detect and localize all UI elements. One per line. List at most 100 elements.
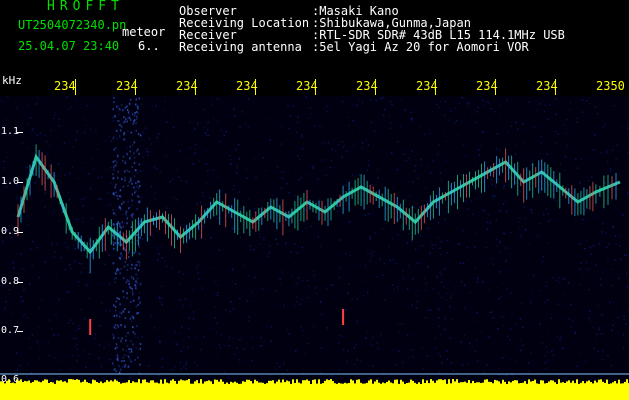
noise-speckle — [189, 147, 192, 150]
signal-level-bar — [314, 379, 316, 400]
interference-band — [136, 111, 138, 113]
signal-level-bar — [108, 381, 110, 400]
noise-speckle — [197, 122, 199, 125]
noise-speckle — [618, 245, 621, 247]
noise-speckle — [344, 309, 347, 311]
signal-level-bar — [22, 382, 24, 400]
noise-speckle — [85, 124, 87, 127]
noise-speckle — [448, 119, 451, 121]
noise-speckle — [36, 103, 38, 105]
noise-speckle — [490, 258, 493, 260]
noise-speckle — [301, 246, 303, 249]
noise-speckle — [391, 152, 393, 154]
interference-band — [123, 133, 125, 136]
signal-level-bar — [168, 383, 170, 400]
noise-speckle — [296, 252, 299, 254]
interference-band — [135, 189, 137, 192]
interference-band — [114, 309, 117, 312]
noise-speckle — [593, 216, 596, 218]
signal-level-bar — [312, 379, 314, 400]
signal-level-bar — [260, 382, 262, 400]
interference-band — [120, 252, 122, 255]
interference-band — [136, 115, 138, 118]
noise-speckle — [313, 164, 315, 167]
noise-speckle — [280, 143, 282, 145]
noise-speckle — [107, 192, 110, 194]
noise-speckle — [309, 107, 312, 109]
noise-speckle — [515, 176, 517, 178]
noise-speckle — [432, 247, 434, 250]
noise-speckle — [440, 100, 442, 103]
signal-level-bar — [184, 380, 186, 400]
interference-band — [131, 350, 133, 353]
interference-band — [137, 298, 140, 301]
noise-speckle — [194, 148, 196, 150]
noise-speckle — [434, 337, 436, 339]
noise-speckle — [348, 283, 350, 285]
noise-speckle — [379, 258, 381, 261]
signal-level-bar — [226, 382, 228, 400]
noise-speckle — [509, 339, 511, 341]
signal-level-bar — [28, 380, 30, 400]
interference-band — [128, 283, 130, 286]
signal-level-bar — [360, 382, 362, 400]
noise-speckle — [283, 171, 286, 173]
noise-speckle — [169, 369, 171, 371]
noise-speckle — [440, 179, 443, 181]
signal-level-bar — [544, 383, 546, 400]
noise-speckle — [510, 358, 512, 361]
noise-speckle — [482, 281, 484, 283]
signal-level-bar — [486, 379, 488, 400]
interference-band — [112, 223, 115, 226]
noise-speckle — [320, 143, 322, 145]
noise-speckle — [594, 205, 597, 208]
interference-band — [124, 162, 127, 165]
signal-level-bar — [322, 383, 324, 400]
interference-band — [126, 152, 128, 155]
noise-speckle — [195, 143, 197, 146]
noise-speckle — [151, 106, 154, 108]
interference-band — [114, 324, 117, 327]
signal-level-bar — [402, 381, 404, 400]
noise-speckle — [225, 309, 227, 311]
noise-speckle — [365, 337, 367, 339]
noise-speckle — [505, 210, 507, 213]
noise-speckle — [53, 114, 56, 117]
noise-speckle — [522, 344, 524, 346]
noise-speckle — [617, 316, 619, 319]
interference-band — [132, 331, 134, 334]
noise-speckle — [380, 97, 383, 99]
noise-speckle — [505, 260, 507, 262]
noise-speckle — [394, 363, 397, 366]
noise-speckle — [557, 276, 560, 279]
noise-speckle — [234, 114, 236, 117]
noise-speckle — [130, 155, 132, 157]
noise-speckle — [459, 262, 462, 264]
noise-speckle — [276, 243, 279, 245]
noise-speckle — [371, 183, 373, 186]
noise-speckle — [377, 177, 379, 179]
noise-speckle — [176, 343, 179, 346]
noise-speckle — [402, 277, 404, 280]
noise-speckle — [286, 369, 289, 372]
interference-band — [116, 161, 118, 164]
noise-speckle — [398, 350, 400, 352]
signal-level-bar — [562, 382, 564, 400]
noise-speckle — [297, 121, 299, 124]
noise-speckle — [486, 221, 489, 223]
noise-speckle — [584, 209, 586, 212]
interference-band — [139, 347, 142, 350]
noise-speckle — [179, 283, 181, 285]
signal-level-bar — [476, 382, 478, 400]
interference-band — [124, 179, 126, 182]
noise-speckle — [179, 361, 182, 364]
noise-speckle — [446, 292, 449, 295]
noise-speckle — [586, 239, 588, 242]
interference-band — [139, 283, 142, 286]
noise-speckle — [76, 100, 78, 102]
noise-speckle — [174, 366, 176, 368]
noise-speckle — [216, 294, 219, 297]
noise-speckle — [88, 272, 90, 274]
signal-level-bar — [462, 382, 464, 400]
noise-speckle — [229, 154, 231, 157]
